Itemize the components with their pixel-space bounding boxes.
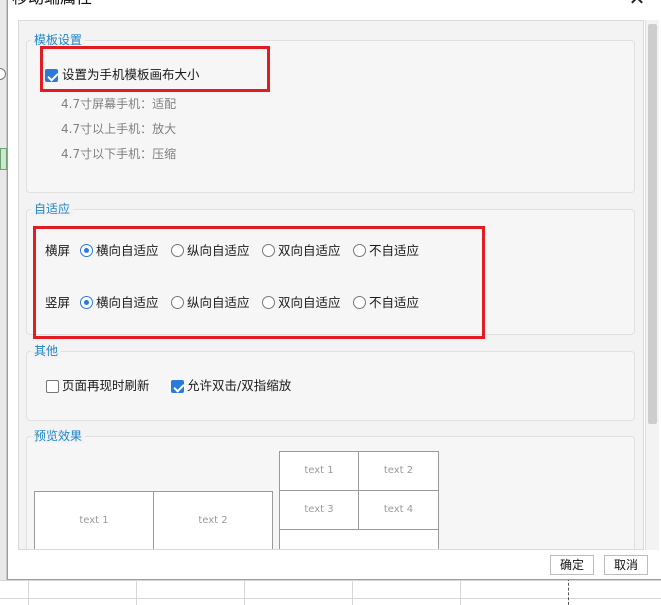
template-settings-title: 模板设置 [31,33,86,47]
mobile-properties-dialog: 移动端属性 ✕ 模板设置 设置为手机模板画布大小 4.7寸屏幕手机：适配 4.7… [7,0,661,580]
page-break-line [568,578,569,605]
cancel-button[interactable]: 取消 [604,555,648,575]
ok-button[interactable]: 确定 [550,555,594,575]
grid-line [0,598,661,599]
allow-zoom-label: 允许双击/双指缩放 [187,378,292,393]
grid-line [0,580,661,581]
background-radio-icon [0,68,6,80]
preview-portrait-cell: text 4 [358,490,439,530]
other-title: 其他 [31,344,62,358]
allow-zoom-checkbox[interactable] [171,380,184,393]
title-bar: 移动端属性 ✕ [8,0,661,18]
vertical-scrollbar[interactable] [645,20,659,550]
note-larger: 4.7寸以上手机：放大 [61,122,177,136]
other-group: 其他 页面再现时刷新 允许双击/双指缩放 [26,344,635,421]
close-button[interactable]: ✕ [622,0,652,10]
background-edge [0,0,7,580]
preview-landscape-cell: text 2 [153,491,273,549]
scrollbar-thumb[interactable] [648,24,657,424]
highlight-box-canvas [40,46,270,92]
background-selection [0,148,7,170]
preview-landscape-cell: text 1 [34,491,154,549]
highlight-box-adaptive [33,226,485,339]
dialog-title: 移动端属性 [12,0,92,8]
preview-portrait-cell: text 2 [358,451,439,491]
refresh-on-show-checkbox[interactable] [46,380,59,393]
preview-title: 预览效果 [31,429,86,443]
note-smaller: 4.7寸以下手机：压缩 [61,147,177,161]
note-normal: 4.7寸屏幕手机：适配 [61,97,177,111]
dialog-content[interactable]: 模板设置 设置为手机模板画布大小 4.7寸屏幕手机：适配 4.7寸以上手机：放大… [18,20,644,550]
refresh-on-show-label: 页面再现时刷新 [62,378,150,393]
close-icon: ✕ [629,0,646,10]
preview-portrait-cell: text 1 [279,451,359,491]
preview-portrait-cell: text 3 [279,490,359,530]
adaptive-title: 自适应 [31,202,74,216]
